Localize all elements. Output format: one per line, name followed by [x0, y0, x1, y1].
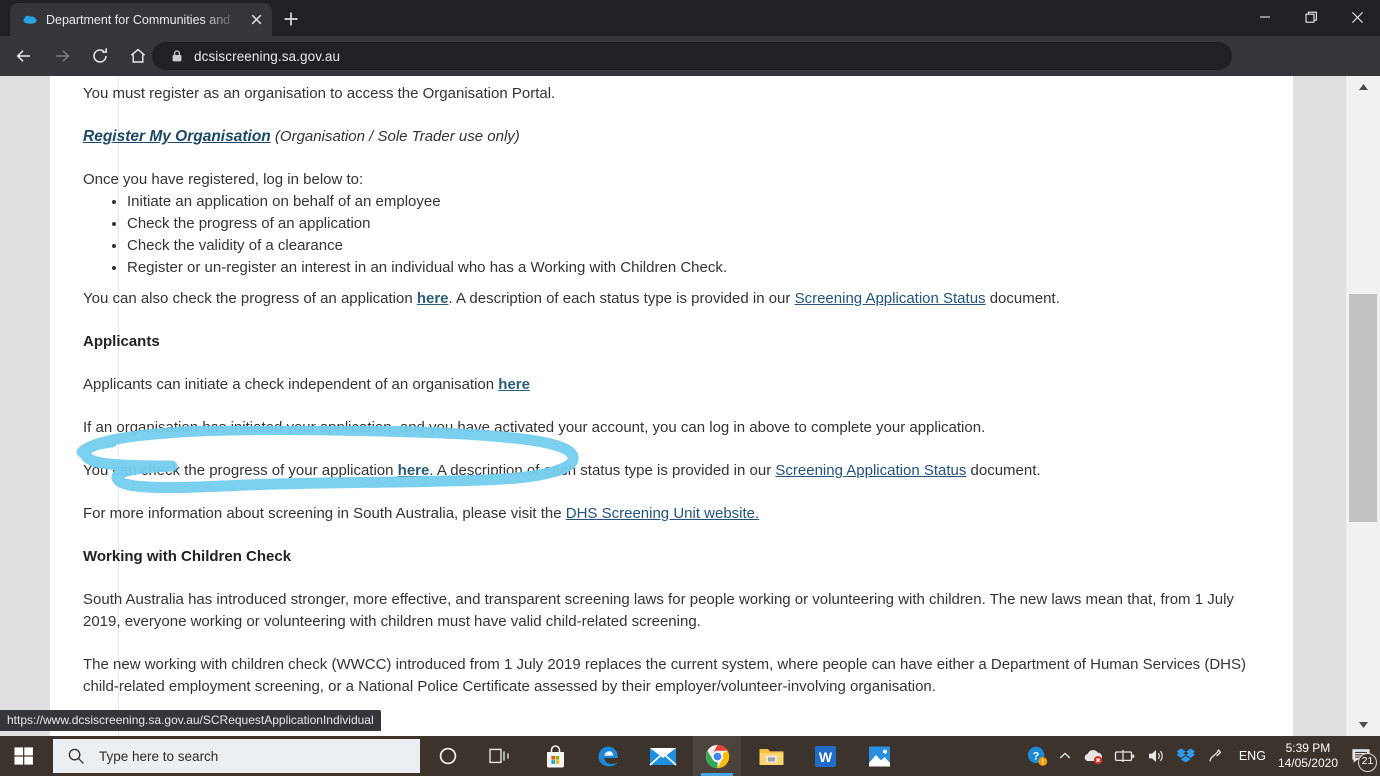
wwcc-heading: Working with Children Check — [83, 548, 292, 565]
list-item: Register or un-register an interest in a… — [127, 257, 727, 279]
activated-account-line: If an organisation has initiated your ap… — [83, 419, 986, 436]
page-scrollbar[interactable] — [1345, 76, 1380, 736]
search-placeholder: Type here to search — [99, 748, 219, 764]
here-link-1[interactable]: here — [417, 290, 449, 307]
applicants-line-pre: Applicants can initiate a check independ… — [83, 376, 499, 393]
applicants-initiate-line: Applicants can initiate a check independ… — [83, 374, 530, 396]
photos-icon[interactable] — [855, 736, 903, 776]
taskbar-clock[interactable]: 5:39 PM 14/05/2020 — [1278, 741, 1338, 771]
start-button[interactable] — [0, 736, 48, 776]
cortana-icon[interactable] — [424, 736, 472, 776]
wwcc-paragraph-2: The new working with children check (WWC… — [83, 656, 1246, 695]
browser-toolbar: dcsiscreening.sa.gov.au Incognito — [0, 36, 1380, 106]
window-controls — [1242, 0, 1380, 34]
clock-time: 5:39 PM — [1285, 741, 1331, 755]
tab-strip: Department for Communities and — [0, 0, 1380, 36]
taskbar-search-box[interactable]: Type here to search — [53, 739, 420, 773]
battery-icon[interactable] — [1114, 748, 1136, 764]
chrome-browser-window: Department for Communities and dcsiscree… — [0, 0, 1380, 736]
also-check-post: document. — [985, 290, 1060, 307]
chrome-icon[interactable] — [693, 736, 741, 776]
progress-mid: . A description of each status type is p… — [429, 462, 776, 479]
page-viewport: You must register as an organisation to … — [0, 76, 1380, 736]
task-view-icon[interactable] — [476, 736, 524, 776]
applicants-heading: Applicants — [83, 333, 160, 350]
close-window-button[interactable] — [1334, 0, 1380, 34]
new-tab-button[interactable] — [279, 7, 303, 31]
search-icon — [67, 747, 85, 765]
back-icon[interactable] — [10, 42, 38, 70]
screening-application-status-link-1[interactable]: Screening Application Status — [795, 290, 986, 307]
reload-icon[interactable] — [86, 42, 114, 70]
system-tray: ? ! ENG 5:39 PM 14/05/2020 21 — [1021, 736, 1380, 776]
address-bar-url: dcsiscreening.sa.gov.au — [194, 48, 341, 64]
here-link-2[interactable]: here — [398, 462, 430, 479]
screening-application-status-link-2[interactable]: Screening Application Status — [775, 462, 966, 479]
clock-date: 14/05/2020 — [1277, 756, 1338, 770]
restore-button[interactable] — [1288, 0, 1334, 34]
svg-text:!: ! — [1041, 759, 1043, 766]
windows-ink-pen-icon[interactable] — [1206, 747, 1224, 765]
scroll-up-icon[interactable] — [1346, 78, 1380, 96]
volume-icon[interactable] — [1146, 747, 1166, 765]
also-check-mid: . A description of each status type is p… — [448, 290, 795, 307]
wwcc-paragraph-1: South Australia has introduced stronger,… — [83, 591, 1234, 630]
address-bar[interactable]: dcsiscreening.sa.gov.au — [152, 42, 1232, 70]
minimize-button[interactable] — [1242, 0, 1288, 34]
list-item: Initiate an application on behalf of an … — [127, 191, 727, 213]
tab-title: Department for Communities and — [46, 13, 231, 27]
svg-text:W: W — [818, 749, 832, 765]
more-information-line: For more information about screening in … — [83, 503, 759, 525]
scrollbar-thumb[interactable] — [1349, 294, 1377, 522]
register-my-organisation-link[interactable]: Register My Organisation — [83, 128, 271, 145]
close-tab-icon[interactable] — [248, 11, 265, 28]
list-item: Check the progress of an application — [127, 213, 727, 235]
notification-badge: 21 — [1358, 753, 1377, 772]
here-link-applicants[interactable]: here — [498, 376, 530, 393]
dhs-screening-unit-website-link[interactable]: DHS Screening Unit website. — [566, 505, 759, 522]
windows-taskbar: Type here to search W ? ! ENG 5:39 PM 14… — [0, 736, 1380, 776]
register-note: (Organisation / Sole Trader use only) — [270, 128, 520, 145]
also-check-progress-line: You can also check the progress of an ap… — [83, 288, 1060, 310]
browser-tab[interactable]: Department for Communities and — [10, 3, 272, 36]
dropbox-icon[interactable] — [1176, 747, 1196, 765]
notification-center-icon[interactable]: 21 — [1344, 736, 1378, 776]
scroll-down-icon[interactable] — [1346, 716, 1380, 734]
microsoft-store-icon[interactable] — [531, 736, 579, 776]
mail-icon[interactable] — [639, 736, 687, 776]
more-info-pre: For more information about screening in … — [83, 505, 566, 522]
check-progress-line: You can check the progress of your appli… — [83, 460, 1041, 482]
progress-pre: You can check the progress of your appli… — [83, 462, 398, 479]
register-organisation-line: Register My Organisation (Organisation /… — [83, 126, 520, 148]
also-check-pre: You can also check the progress of an ap… — [83, 290, 417, 307]
edge-icon[interactable] — [585, 736, 633, 776]
word-icon[interactable]: W — [801, 736, 849, 776]
cloud-favicon-icon — [22, 12, 38, 28]
file-explorer-icon[interactable] — [747, 736, 795, 776]
list-item: Check the validity of a clearance — [127, 235, 727, 257]
home-icon[interactable] — [124, 42, 152, 70]
language-indicator[interactable]: ENG — [1239, 749, 1266, 763]
forward-icon — [48, 42, 76, 70]
progress-post: document. — [966, 462, 1041, 479]
onedrive-error-icon[interactable] — [1082, 747, 1104, 765]
status-bubble: https://www.dcsiscreening.sa.gov.au/SCRe… — [0, 710, 381, 731]
lock-icon — [170, 49, 184, 63]
show-hidden-icons-chevron-icon[interactable] — [1058, 749, 1072, 763]
intro-paragraph: You must register as an organisation to … — [83, 85, 556, 102]
login-benefits-list: Initiate an application on behalf of an … — [83, 191, 727, 279]
once-registered-line: Once you have registered, log in below t… — [83, 171, 364, 188]
help-warning-icon[interactable]: ? ! — [1026, 745, 1048, 767]
